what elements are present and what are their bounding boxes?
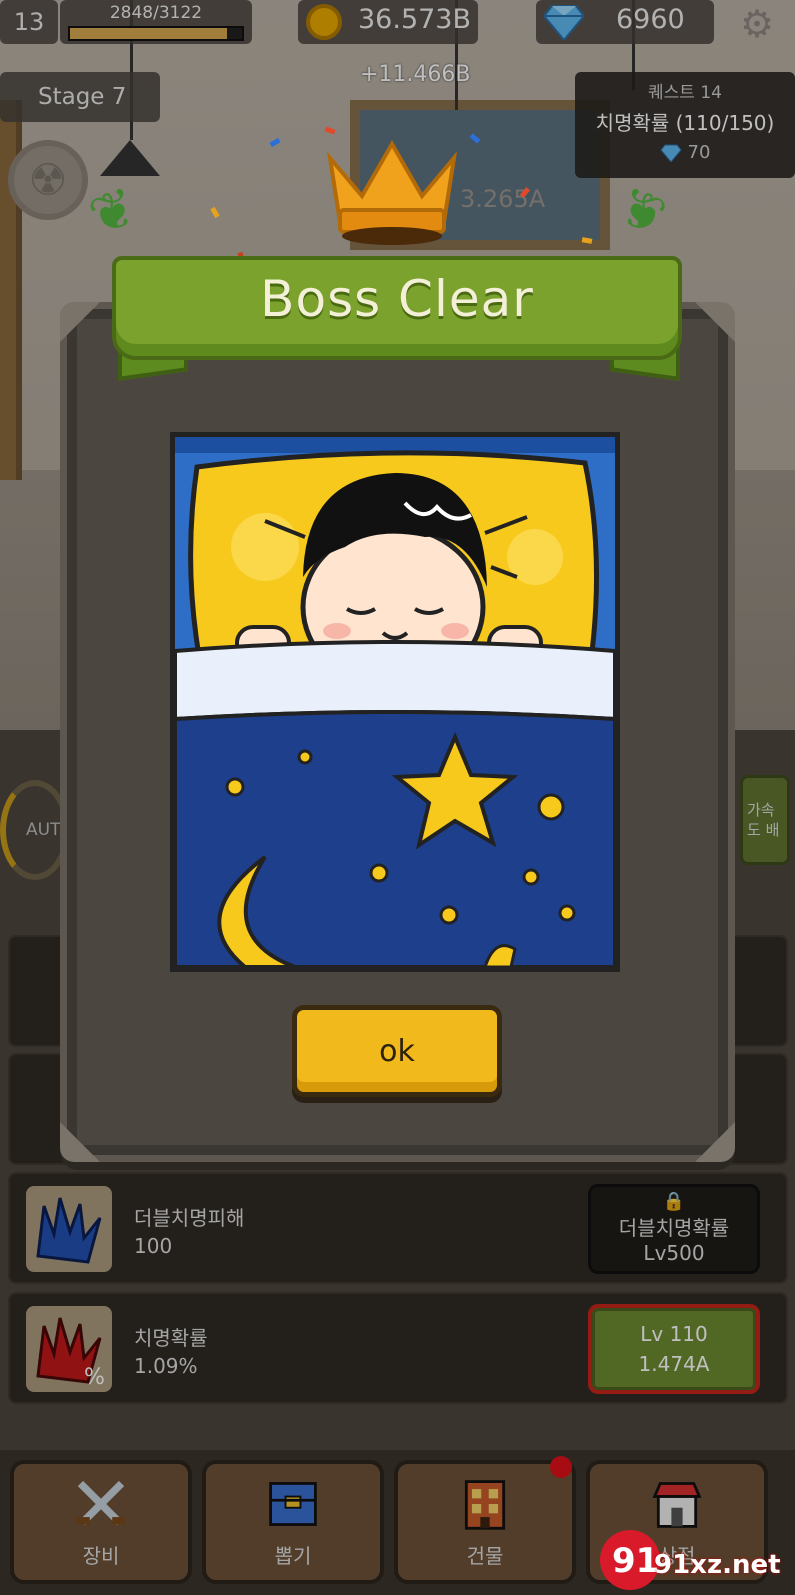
dialog-corner bbox=[60, 1122, 100, 1162]
crown-icon bbox=[326, 139, 458, 245]
dialog-corner bbox=[695, 302, 735, 342]
ok-label: ok bbox=[379, 1033, 415, 1069]
dialog-corner bbox=[60, 302, 100, 342]
dialog-title: Boss Clear bbox=[260, 270, 534, 328]
watermark-text: 91xz.net bbox=[654, 1550, 781, 1580]
dialog-corner bbox=[695, 1122, 735, 1162]
ok-button[interactable]: ok bbox=[292, 1005, 502, 1097]
svg-text:91: 91 bbox=[612, 1541, 659, 1581]
sleeping-boy-illustration bbox=[170, 432, 620, 972]
